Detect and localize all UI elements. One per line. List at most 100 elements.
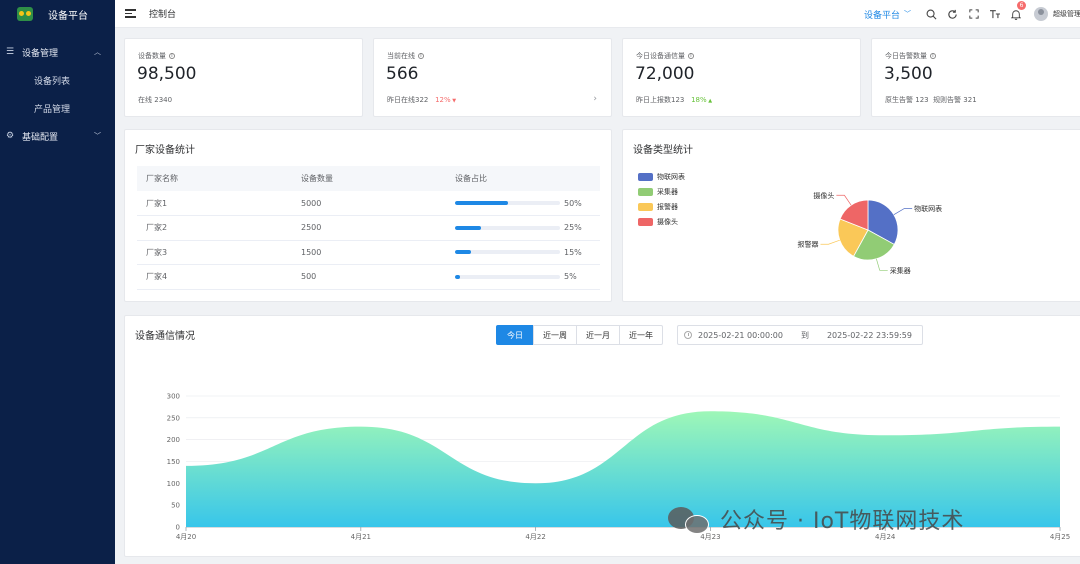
top-header: 控制台 设备平台 ﹀ 6 超级管理员 xyxy=(115,0,1080,28)
stat-foot-value: 123 xyxy=(671,96,685,104)
column-header: 设备数量 xyxy=(292,166,446,191)
sidebar-group-basic-config[interactable]: ⚙ 基础配置 ﹀ xyxy=(0,122,115,150)
sidebar-item-label: 产品管理 xyxy=(34,104,71,115)
progress-bar: 15% xyxy=(455,248,600,257)
stat-card-device-count: 设备数量 i 98,500 在线 2340 xyxy=(124,38,363,117)
vendor-stats-card: 厂家设备统计 厂家名称 设备数量 设备占比 厂家1 5000 50% 厂家2 2500 2… xyxy=(124,129,612,302)
caret-up-icon: ▲ xyxy=(706,98,713,104)
stat-footer: 原生告警 123 规则告警 321 xyxy=(885,95,977,105)
refresh-icon[interactable] xyxy=(942,0,963,28)
stat-title-text: 今日设备通信量 xyxy=(636,52,685,60)
pie-label-line xyxy=(893,208,913,216)
progress-fill xyxy=(455,250,471,255)
caret-down-icon: ▼ xyxy=(450,98,457,104)
app-logo-row[interactable]: 设备平台 xyxy=(0,0,115,28)
stat-foot-label: 昨日在线 xyxy=(387,96,415,104)
pie-label-line xyxy=(820,239,840,245)
wechat-logo-icon xyxy=(668,504,710,534)
watermark: 公众号 · IoT物联网技术 xyxy=(668,503,964,535)
list-icon: ☰ xyxy=(5,47,15,57)
watermark-text: 公众号 · IoT物联网技术 xyxy=(720,509,965,534)
vendor-table: 厂家名称 设备数量 设备占比 厂家1 5000 50% 厂家2 2500 25% 厂家3 15… xyxy=(137,166,600,290)
stat-foot-label: 在线 xyxy=(138,96,152,104)
device-type-card: 设备类型统计 物联网表 采集器 报警器 摄像头 物联网表 采集器 报警器 摄像头 xyxy=(622,129,1080,302)
pie-label-line xyxy=(836,194,852,206)
stat-foot-value: 322 xyxy=(415,96,429,104)
vendor-percent-cell: 5% xyxy=(446,264,600,290)
info-icon[interactable]: i xyxy=(418,53,424,59)
x-tick-label: 4月21 xyxy=(351,533,371,541)
trend-value: 12% xyxy=(435,96,451,104)
chevron-down-icon: ﹀ xyxy=(904,10,911,18)
y-tick-label: 0 xyxy=(176,524,180,532)
progress-track xyxy=(455,201,560,205)
vendor-count: 500 xyxy=(292,264,446,290)
column-header: 厂家名称 xyxy=(137,166,292,191)
vendor-name: 厂家3 xyxy=(137,240,292,265)
sidebar-item-product-management[interactable]: 产品管理 xyxy=(0,94,115,122)
app-logo-icon xyxy=(17,7,33,21)
sidebar-group-label: 基础配置 xyxy=(22,132,59,143)
info-icon[interactable]: i xyxy=(688,53,694,59)
percent-label: 15% xyxy=(564,247,582,257)
percent-label: 50% xyxy=(564,198,582,208)
app-title: 设备平台 xyxy=(48,10,88,22)
chevron-right-icon[interactable]: › xyxy=(593,94,597,104)
font-size-icon[interactable] xyxy=(984,0,1005,28)
progress-track xyxy=(455,274,560,279)
vendor-name: 厂家1 xyxy=(137,191,292,216)
user-name[interactable]: 超级管理员 xyxy=(1053,9,1080,19)
gear-icon: ⚙ xyxy=(5,131,15,141)
table-row: 厂家1 5000 50% xyxy=(137,191,600,216)
pie-slice-label: 采集器 xyxy=(890,266,911,275)
menu-toggle-icon[interactable] xyxy=(125,9,136,18)
stat-title: 设备数量 i xyxy=(138,51,175,61)
stat-title: 当前在线 i xyxy=(387,51,424,61)
sidebar-item-label: 设备列表 xyxy=(34,76,71,87)
pie-slice-label: 摄像头 xyxy=(813,191,834,200)
stat-footer: 昨日在线322 12% ▼ xyxy=(387,95,456,105)
stat-foot-label: 规则告警 xyxy=(933,96,962,104)
y-tick-label: 50 xyxy=(171,502,180,510)
stat-title: 今日告警数量 i xyxy=(885,51,936,61)
progress-bar: 50% xyxy=(455,199,600,208)
sidebar-group-device-management[interactable]: ☰ 设备管理 ︿ xyxy=(0,38,115,66)
progress-fill xyxy=(455,201,508,205)
stat-value: 3,500 xyxy=(884,64,933,84)
chevron-down-icon: ﹀ xyxy=(94,132,101,140)
search-icon[interactable] xyxy=(921,0,942,28)
info-icon[interactable]: i xyxy=(169,53,175,59)
notification-badge: 6 xyxy=(1017,1,1026,10)
stat-card-alarms: 今日告警数量 i 3,500 原生告警 123 规则告警 321 xyxy=(871,38,1080,117)
progress-track xyxy=(455,250,560,255)
sidebar: 设备平台 ☰ 设备管理 ︿ 设备列表 产品管理 ⚙ 基础配置 ﹀ xyxy=(0,0,115,564)
stat-foot-value: 2340 xyxy=(154,96,173,104)
vendor-name: 厂家2 xyxy=(137,215,292,241)
x-tick-label: 4月25 xyxy=(1050,533,1070,541)
percent-label: 5% xyxy=(564,272,577,282)
x-tick-label: 4月22 xyxy=(525,533,545,541)
vendor-name: 厂家4 xyxy=(137,264,292,290)
pie-slice-label: 物联网表 xyxy=(914,204,942,213)
info-icon[interactable]: i xyxy=(930,53,936,59)
stat-card-traffic: 今日设备通信量 i 72,000 昨日上报数123 18% ▲ xyxy=(622,38,861,117)
notification-bell-icon[interactable]: 6 xyxy=(1005,0,1026,28)
stat-title-text: 设备数量 xyxy=(138,52,166,60)
pie-slice-label: 报警器 xyxy=(797,240,818,249)
user-avatar[interactable] xyxy=(1034,7,1048,21)
table-header-row: 厂家名称 设备数量 设备占比 xyxy=(137,166,600,191)
stat-footer: 在线 2340 xyxy=(138,95,172,105)
fullscreen-icon[interactable] xyxy=(963,0,984,28)
breadcrumb[interactable]: 控制台 xyxy=(149,7,176,20)
y-tick-label: 100 xyxy=(167,480,180,488)
y-tick-label: 150 xyxy=(167,458,180,466)
stat-card-online[interactable]: 当前在线 i 566 昨日在线322 12% ▼ › xyxy=(373,38,612,117)
y-tick-label: 300 xyxy=(167,393,180,401)
stat-value: 72,000 xyxy=(635,64,695,84)
sidebar-item-device-list[interactable]: 设备列表 xyxy=(0,66,115,94)
trend-value: 18% xyxy=(691,96,707,104)
column-header: 设备占比 xyxy=(446,166,600,191)
vendor-percent-cell: 15% xyxy=(446,240,600,265)
stat-foot-value: 123 xyxy=(915,96,929,104)
platform-select[interactable]: 设备平台 ﹀ xyxy=(864,8,911,21)
